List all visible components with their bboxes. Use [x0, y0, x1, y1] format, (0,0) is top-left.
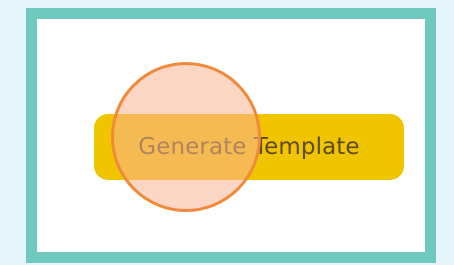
generate-template-button[interactable]: Generate Template [94, 114, 404, 180]
highlight-frame: Generate Template [26, 8, 436, 263]
page: Generate Template [0, 0, 454, 265]
